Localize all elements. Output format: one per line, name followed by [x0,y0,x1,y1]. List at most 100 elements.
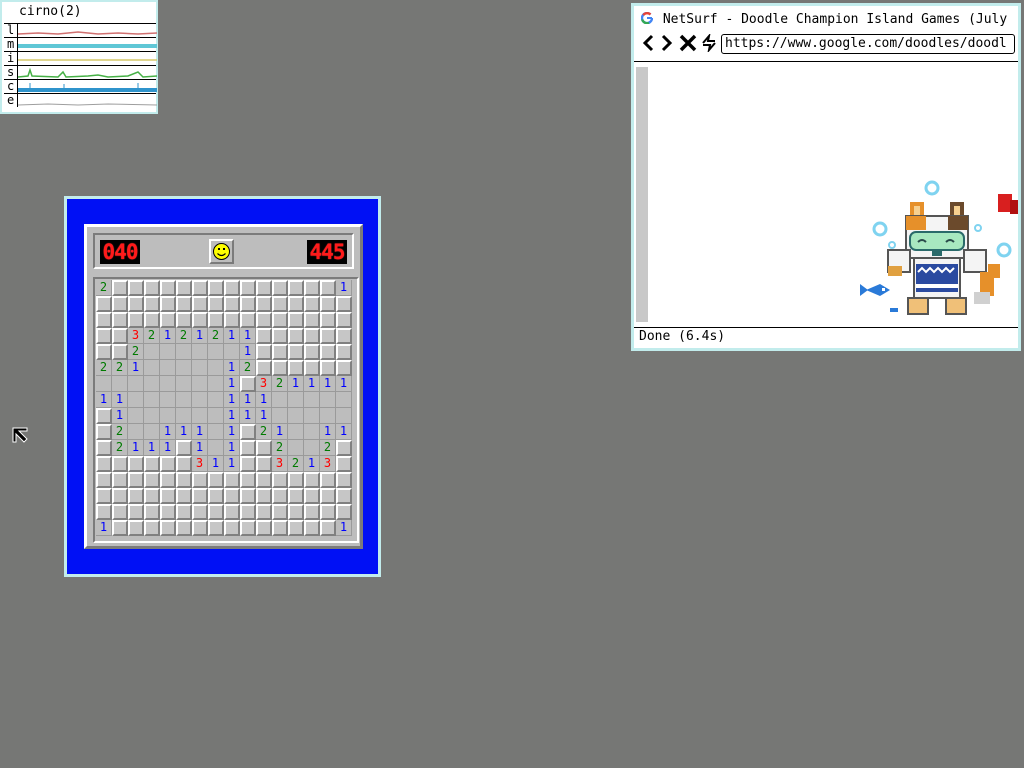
number-cell[interactable]: 1 [256,392,272,408]
covered-cell[interactable] [144,472,160,488]
covered-cell[interactable] [272,360,288,376]
empty-cell[interactable] [144,376,160,392]
covered-cell[interactable] [96,328,112,344]
empty-cell[interactable] [144,408,160,424]
covered-cell[interactable] [208,504,224,520]
number-cell[interactable]: 2 [96,280,112,296]
number-cell[interactable]: 1 [304,456,320,472]
covered-cell[interactable] [144,488,160,504]
number-cell[interactable]: 1 [160,328,176,344]
empty-cell[interactable] [144,424,160,440]
page-viewport[interactable] [634,61,1018,328]
number-cell[interactable]: 1 [192,424,208,440]
empty-cell[interactable] [208,408,224,424]
covered-cell[interactable] [336,328,352,344]
covered-cell[interactable] [96,440,112,456]
number-cell[interactable]: 2 [96,360,112,376]
number-cell[interactable]: 1 [128,360,144,376]
covered-cell[interactable] [144,312,160,328]
number-cell[interactable]: 1 [272,424,288,440]
covered-cell[interactable] [304,504,320,520]
covered-cell[interactable] [256,312,272,328]
covered-cell[interactable] [256,328,272,344]
number-cell[interactable]: 1 [224,360,240,376]
number-cell[interactable]: 1 [336,424,352,440]
empty-cell[interactable] [160,392,176,408]
empty-cell[interactable] [336,408,352,424]
covered-cell[interactable] [144,280,160,296]
forward-button[interactable] [658,34,676,54]
empty-cell[interactable] [128,392,144,408]
covered-cell[interactable] [96,504,112,520]
covered-cell[interactable] [144,456,160,472]
empty-cell[interactable] [208,344,224,360]
covered-cell[interactable] [224,488,240,504]
covered-cell[interactable] [192,280,208,296]
covered-cell[interactable] [96,472,112,488]
covered-cell[interactable] [304,472,320,488]
covered-cell[interactable] [224,312,240,328]
covered-cell[interactable] [256,504,272,520]
empty-cell[interactable] [144,392,160,408]
covered-cell[interactable] [112,472,128,488]
covered-cell[interactable] [224,520,240,536]
empty-cell[interactable] [176,376,192,392]
covered-cell[interactable] [320,488,336,504]
back-button[interactable] [639,34,657,54]
covered-cell[interactable] [144,520,160,536]
empty-cell[interactable] [336,392,352,408]
covered-cell[interactable] [288,504,304,520]
covered-cell[interactable] [336,456,352,472]
covered-cell[interactable] [112,456,128,472]
covered-cell[interactable] [304,312,320,328]
covered-cell[interactable] [128,280,144,296]
covered-cell[interactable] [144,296,160,312]
number-cell[interactable]: 2 [128,344,144,360]
covered-cell[interactable] [272,312,288,328]
covered-cell[interactable] [256,344,272,360]
number-cell[interactable]: 1 [336,376,352,392]
empty-cell[interactable] [160,376,176,392]
number-cell[interactable]: 2 [112,424,128,440]
covered-cell[interactable] [192,312,208,328]
covered-cell[interactable] [128,296,144,312]
covered-cell[interactable] [176,520,192,536]
empty-cell[interactable] [192,408,208,424]
covered-cell[interactable] [208,472,224,488]
number-cell[interactable]: 1 [160,440,176,456]
stop-button[interactable] [679,34,697,54]
covered-cell[interactable] [256,472,272,488]
number-cell[interactable]: 3 [192,456,208,472]
empty-cell[interactable] [128,408,144,424]
url-bar[interactable]: https://www.google.com/doodles/doodl [721,34,1015,54]
covered-cell[interactable] [304,280,320,296]
number-cell[interactable]: 2 [272,440,288,456]
covered-cell[interactable] [128,472,144,488]
empty-cell[interactable] [160,408,176,424]
covered-cell[interactable] [304,328,320,344]
covered-cell[interactable] [336,488,352,504]
empty-cell[interactable] [192,344,208,360]
number-cell[interactable]: 1 [176,424,192,440]
covered-cell[interactable] [256,520,272,536]
covered-cell[interactable] [240,312,256,328]
covered-cell[interactable] [288,312,304,328]
number-cell[interactable]: 1 [192,328,208,344]
covered-cell[interactable] [336,440,352,456]
covered-cell[interactable] [304,488,320,504]
covered-cell[interactable] [112,296,128,312]
covered-cell[interactable] [240,376,256,392]
covered-cell[interactable] [272,280,288,296]
number-cell[interactable]: 2 [288,456,304,472]
empty-cell[interactable] [320,408,336,424]
covered-cell[interactable] [240,488,256,504]
covered-cell[interactable] [304,344,320,360]
covered-cell[interactable] [336,344,352,360]
covered-cell[interactable] [320,280,336,296]
covered-cell[interactable] [160,456,176,472]
covered-cell[interactable] [240,520,256,536]
covered-cell[interactable] [336,296,352,312]
reset-button[interactable] [209,239,234,264]
covered-cell[interactable] [96,488,112,504]
number-cell[interactable]: 2 [240,360,256,376]
